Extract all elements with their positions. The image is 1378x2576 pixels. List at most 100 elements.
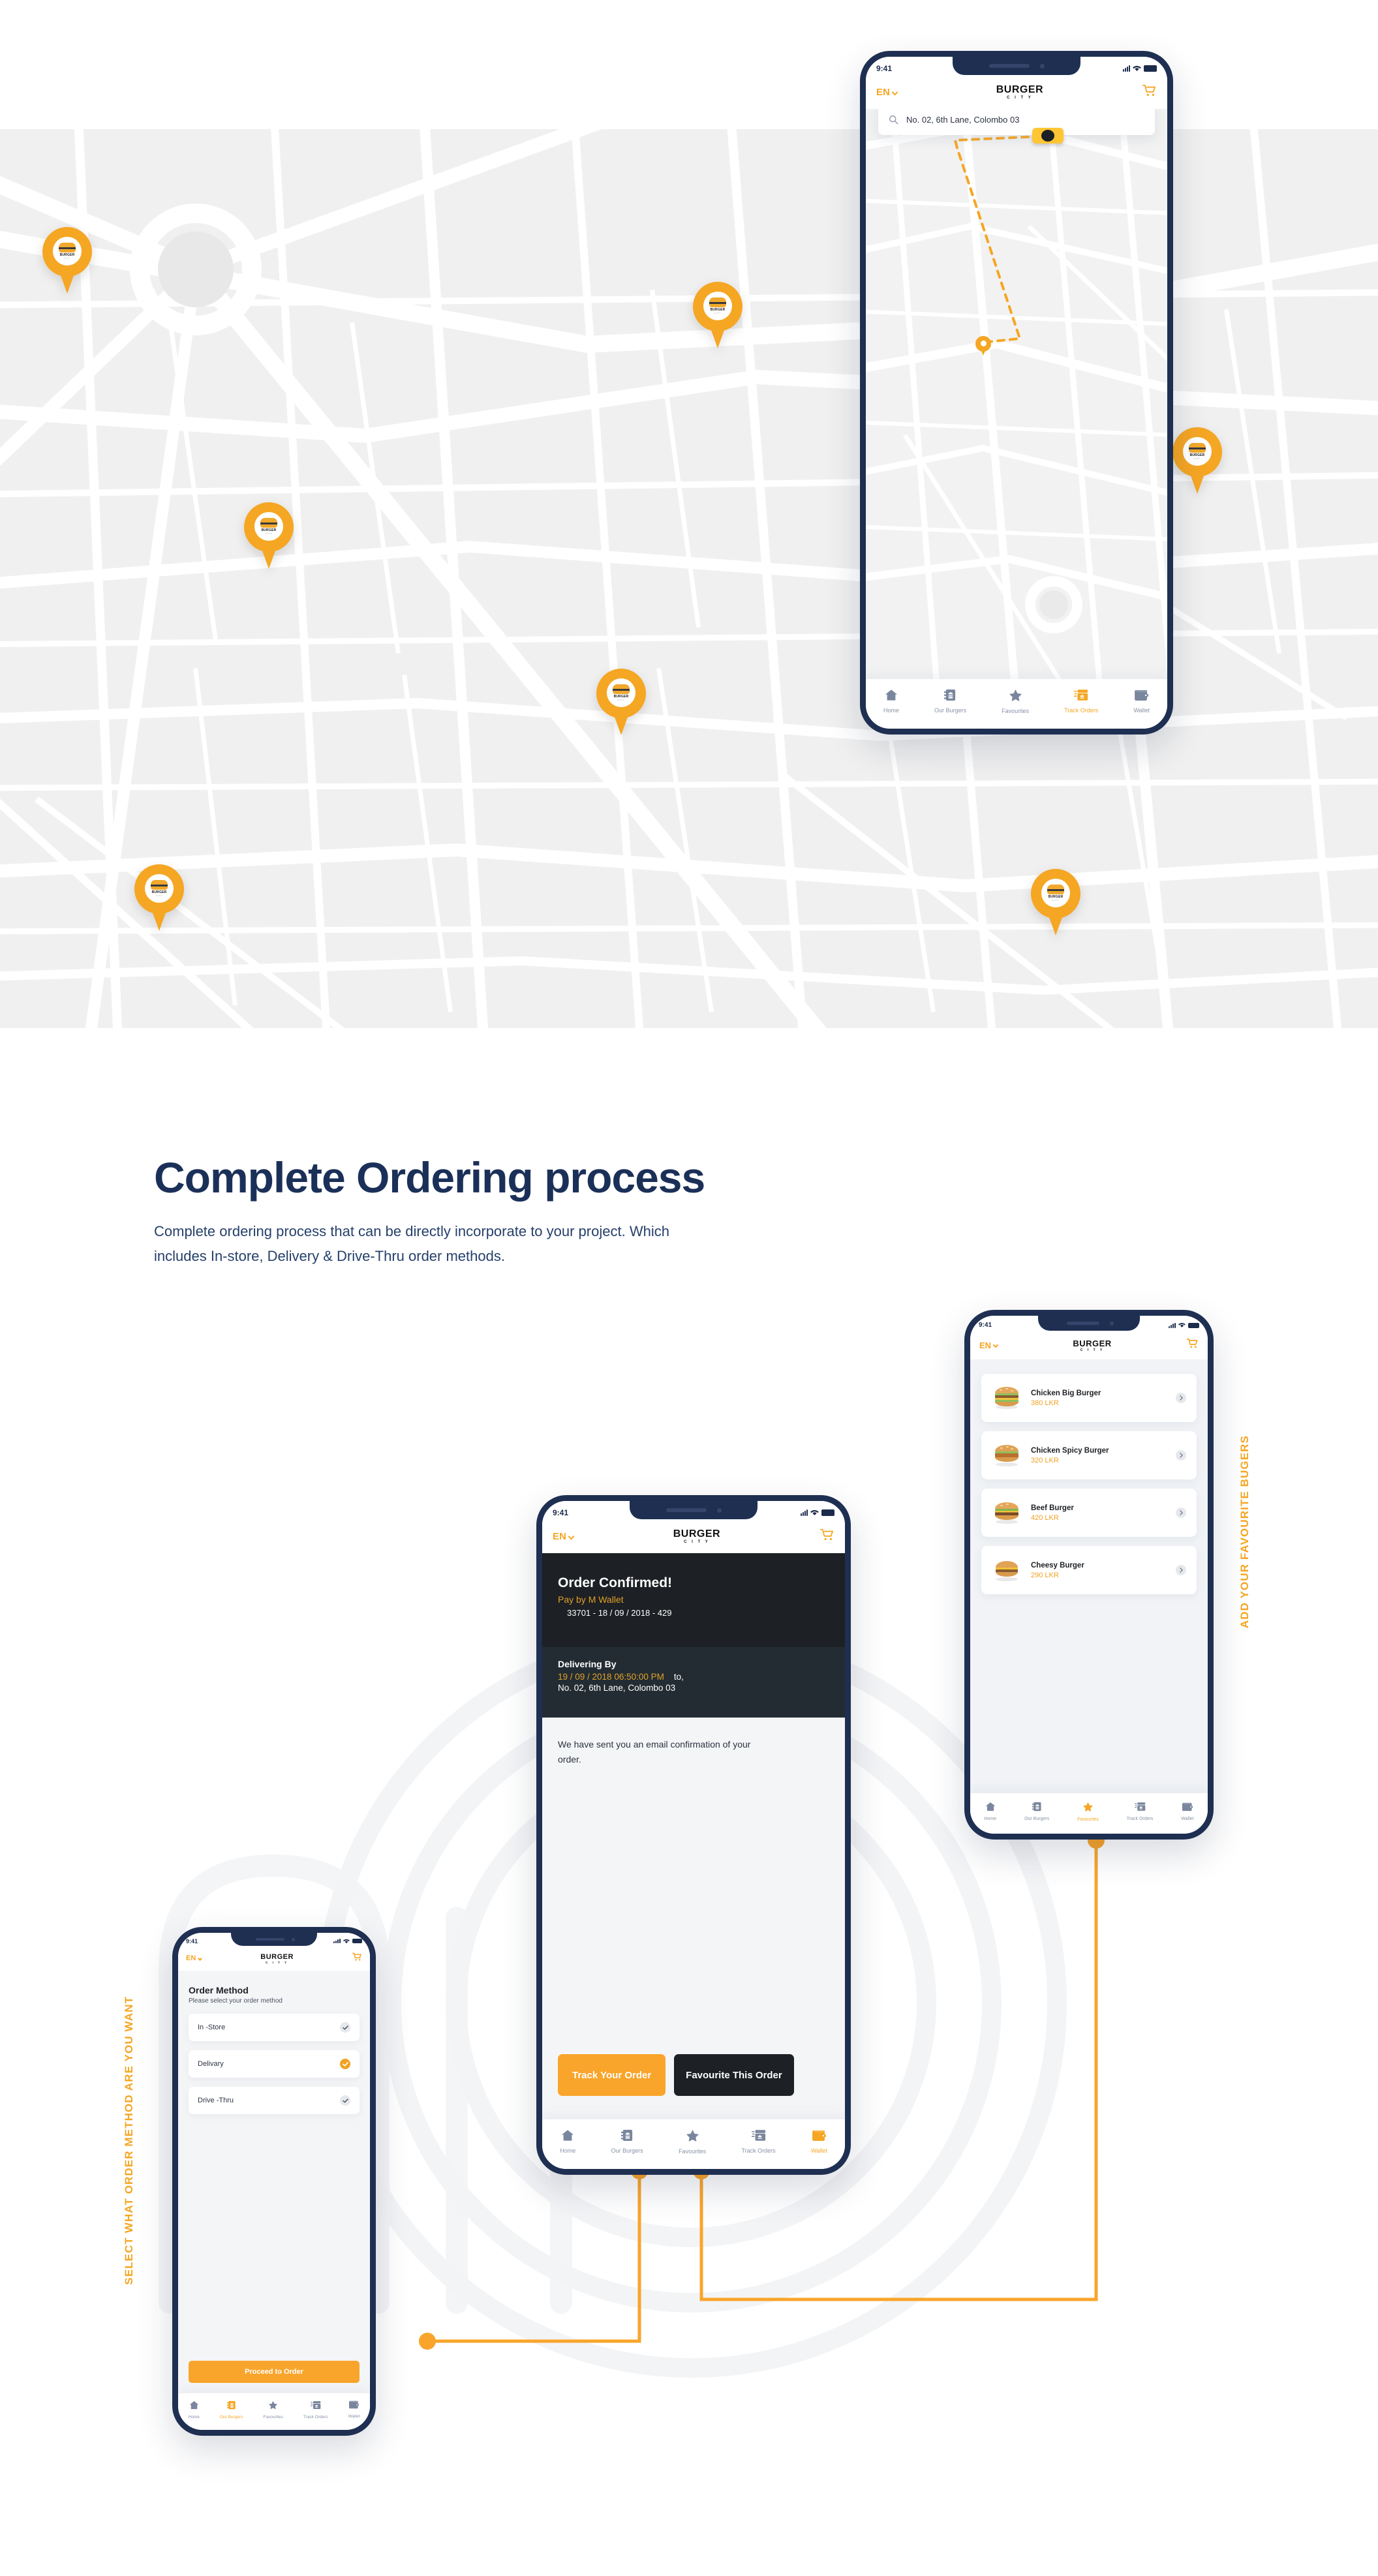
brand-logo: BURGER C I T Y [996, 84, 1043, 100]
order-method-body: Order Method Please select your order me… [178, 1971, 370, 2430]
nav-item-track-orders[interactable]: Track Orders [1126, 1802, 1154, 1821]
nav-label: Wallet [811, 2147, 827, 2154]
cart-icon[interactable] [1186, 1338, 1199, 1352]
nav-item-home[interactable]: Home [560, 2129, 575, 2154]
nav-label: Home [883, 707, 900, 714]
nav-item-our-burgers[interactable]: Our Burgers [934, 689, 966, 714]
nav-item-track-orders[interactable]: Track Orders [1064, 689, 1098, 714]
status-time: 9:41 [876, 63, 893, 73]
burger-book-icon [944, 689, 957, 705]
home-icon [561, 2129, 574, 2145]
order-method-option-delivery[interactable]: Delivary [189, 2050, 360, 2078]
brand-logo: BURGER C I T Y [673, 1528, 720, 1544]
chevron-right-icon[interactable] [1176, 1393, 1186, 1403]
nav-item-favourites[interactable]: Favourites [679, 2129, 706, 2155]
language-selector[interactable]: EN [553, 1531, 575, 1542]
cart-icon[interactable] [820, 1528, 834, 1545]
burger-photo [992, 1556, 1022, 1585]
nav-item-our-burgers[interactable]: Our Burgers [220, 2401, 243, 2419]
cart-icon[interactable] [352, 1952, 362, 1965]
phone-notch [1038, 1316, 1140, 1331]
wallet-icon [1135, 689, 1149, 705]
wallet-icon [348, 2401, 359, 2412]
status-time: 9:41 [553, 1508, 569, 1517]
favourite-item-price: 380 LKR [1031, 1399, 1059, 1407]
order-method-option-drive-thru[interactable]: Drive -Thru [189, 2087, 360, 2114]
nav-item-home[interactable]: Home [984, 1802, 996, 1821]
favourite-item[interactable]: Beef Burger 420 LKR [981, 1489, 1197, 1537]
confirm-action-row: Track Your Order Favourite This Order [558, 2054, 794, 2096]
nav-item-track-orders[interactable]: Track Orders [303, 2401, 328, 2419]
nav-item-favourites[interactable]: Favourites [263, 2401, 283, 2419]
favourite-item-name: Chicken Spicy Burger [1031, 1446, 1109, 1455]
nav-label: Favourites [263, 2414, 283, 2419]
app-bar: EN BURGER C I T Y [542, 1519, 845, 1553]
battery-icon [821, 1509, 834, 1516]
nav-item-our-burgers[interactable]: Our Burgers [1024, 1802, 1049, 1821]
chevron-down-icon [992, 1342, 999, 1348]
language-selector[interactable]: EN [186, 1954, 203, 1962]
chevron-right-icon[interactable] [1176, 1508, 1186, 1518]
nav-label: Track Orders [1126, 1817, 1154, 1821]
delivering-time: 19 / 09 / 2018 06:50:00 PM [558, 1672, 664, 1682]
star-icon [1082, 1802, 1094, 1815]
language-label: EN [876, 86, 890, 98]
favourite-item[interactable]: Cheesy Burger 290 LKR [981, 1546, 1197, 1594]
nav-item-wallet[interactable]: Wallet [1133, 689, 1150, 714]
phone-notch [231, 1933, 317, 1946]
favourite-item[interactable]: Chicken Spicy Burger 320 LKR [981, 1431, 1197, 1479]
language-label: EN [186, 1954, 196, 1962]
nav-item-home[interactable]: Home [883, 689, 899, 714]
caption-right: ADD YOUR FAVOURITE BUGERS [1238, 1435, 1251, 1629]
cart-icon[interactable] [1142, 84, 1157, 100]
nav-item-home[interactable]: Home [189, 2401, 200, 2419]
language-selector[interactable]: EN [876, 86, 898, 98]
home-icon [189, 2401, 199, 2413]
phone-order-confirmed: 9:41 EN BURGER C I T Y Order Confirmed! … [536, 1495, 851, 2175]
language-label: EN [979, 1340, 992, 1350]
order-reference: 33701 - 18 / 09 / 2018 - 429 [567, 1608, 672, 1618]
brand-logo: BURGER C I T Y [1073, 1339, 1111, 1352]
nav-item-wallet[interactable]: Wallet [348, 2401, 360, 2419]
language-selector[interactable]: EN [979, 1340, 999, 1350]
check-icon [340, 2022, 350, 2033]
proceed-to-order-button[interactable]: Proceed to Order [189, 2361, 360, 2383]
chevron-right-icon[interactable] [1176, 1450, 1186, 1461]
nav-label: Track Orders [741, 2147, 776, 2154]
favourite-item-name: Beef Burger [1031, 1504, 1074, 1512]
nav-label: Wallet [1133, 706, 1150, 714]
burger-photo [992, 1441, 1022, 1470]
delivering-label: Delivering By [558, 1659, 617, 1669]
brand-line1: BURGER [673, 1528, 721, 1539]
burger-book-icon [226, 2401, 236, 2413]
nav-label: Track Orders [303, 2414, 328, 2419]
wallet-icon [812, 2130, 826, 2145]
star-icon [268, 2401, 278, 2413]
nav-item-favourites[interactable]: Favourites [1002, 689, 1029, 714]
nav-item-wallet[interactable]: Wallet [811, 2130, 827, 2154]
signal-icon [1169, 1322, 1176, 1328]
nav-label: Home [188, 2414, 200, 2419]
home-icon [985, 1802, 996, 1815]
bottom-nav: Home Our Burgers Favourites Track Orders… [970, 1793, 1208, 1834]
signal-icon [333, 1939, 341, 1943]
nav-item-track-orders[interactable]: Track Orders [742, 2129, 776, 2154]
track-your-order-button[interactable]: Track Your Order [558, 2054, 666, 2096]
chevron-right-icon[interactable] [1176, 1565, 1186, 1575]
phone-order-method: 9:41 EN BURGER C I T Y Order Method Plea… [172, 1927, 376, 2436]
nav-item-wallet[interactable]: Wallet [1181, 1802, 1194, 1821]
wallet-icon [1182, 1802, 1193, 1815]
favourite-item-name: Cheesy Burger [1031, 1561, 1084, 1569]
signal-icon [1123, 65, 1130, 72]
order-method-option-in-store[interactable]: In -Store [189, 2014, 360, 2041]
nav-label: Our Burgers [934, 707, 967, 714]
nav-label: Our Burgers [1024, 1817, 1050, 1821]
wifi-icon [1133, 65, 1141, 71]
delivery-box-icon [751, 2129, 766, 2145]
favourite-item[interactable]: Chicken Big Burger 380 LKR [981, 1374, 1197, 1422]
favourite-this-order-button[interactable]: Favourite This Order [674, 2054, 794, 2096]
bottom-nav: Home Our Burgers Favourites Track Orders… [542, 2119, 845, 2169]
nav-item-favourites[interactable]: Favourites [1077, 1802, 1099, 1822]
burger-photo [992, 1498, 1022, 1528]
nav-item-our-burgers[interactable]: Our Burgers [611, 2129, 643, 2154]
